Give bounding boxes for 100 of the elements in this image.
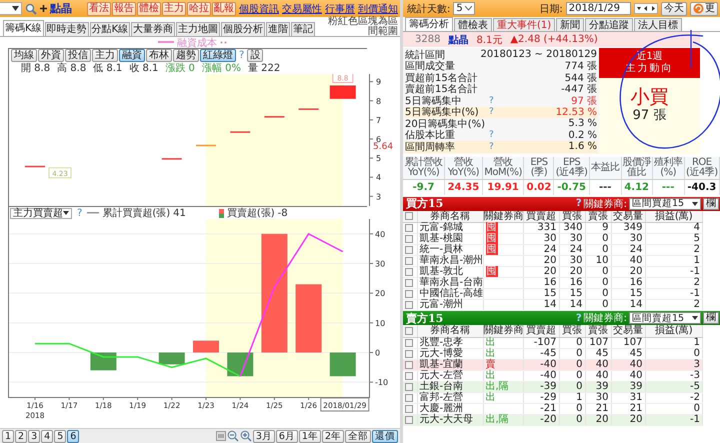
- column-header: 買賣超: [523, 210, 559, 222]
- refresh-button[interactable]: 更: [690, 2, 718, 16]
- tab[interactable]: 籌碼K線: [3, 20, 44, 36]
- indicator-button[interactable]: 紅綠燈: [200, 49, 236, 62]
- range-button[interactable]: 還價: [372, 430, 398, 442]
- broker-name[interactable]: 土銀-台南: [417, 381, 483, 392]
- table-cell: -45: [523, 348, 559, 359]
- axis-label: 8: [376, 96, 382, 106]
- tab[interactable]: 主力地圖: [176, 22, 220, 36]
- columns-button[interactable]: 欄: [703, 312, 719, 324]
- toolbar-button[interactable]: 亂報: [212, 2, 236, 16]
- column-header: 買張: [559, 325, 585, 337]
- grip-icon[interactable]: [216, 431, 226, 441]
- settings-button[interactable]: 設: [247, 49, 264, 62]
- tab[interactable]: 重大事件(1): [493, 18, 556, 31]
- checkbox[interactable]: [405, 246, 413, 254]
- indicator-button[interactable]: 外資: [38, 49, 64, 62]
- checkbox[interactable]: [405, 290, 413, 298]
- zoom-out-icon[interactable]: [226, 430, 239, 442]
- broker-name[interactable]: 凱基-宜蘭: [417, 359, 483, 370]
- date-field[interactable]: 2018/1/29: [566, 2, 631, 15]
- page-button[interactable]: 4: [41, 430, 54, 442]
- search-icon[interactable]: [25, 2, 37, 14]
- link[interactable]: 個股資訊: [239, 2, 279, 16]
- page-button[interactable]: 3: [28, 430, 40, 442]
- tab[interactable]: 籌碼分析: [405, 17, 453, 31]
- toolbar-button[interactable]: 主力: [162, 2, 186, 16]
- zoom-in-icon[interactable]: [240, 430, 252, 442]
- broker-tag: 出: [486, 392, 496, 402]
- tab[interactable]: 法人目標: [634, 18, 682, 31]
- range-button[interactable]: 全部: [345, 430, 371, 442]
- range-button[interactable]: 6月: [276, 430, 298, 442]
- checkbox[interactable]: [405, 360, 413, 368]
- checkbox[interactable]: [405, 372, 413, 380]
- broker-name[interactable]: 富邦-左營: [417, 392, 483, 403]
- link[interactable]: 到價通知: [358, 2, 398, 16]
- tab[interactable]: 新聞: [556, 18, 584, 31]
- toolbar-button[interactable]: 看法: [87, 2, 111, 16]
- indicator-button[interactable]: 融資: [119, 49, 145, 62]
- page-button[interactable]: 6: [67, 430, 80, 442]
- page-button[interactable]: 2: [15, 430, 28, 442]
- date-label: 日期:: [539, 2, 563, 16]
- tab[interactable]: 分點追蹤: [585, 18, 634, 31]
- broker-name[interactable]: 兆豐-忠孝: [417, 337, 483, 348]
- tab[interactable]: 即時走勢: [44, 22, 89, 36]
- today-button[interactable]: 今天: [661, 2, 687, 16]
- tab[interactable]: 進階: [266, 22, 290, 36]
- checkbox[interactable]: [405, 416, 413, 424]
- checkbox[interactable]: [405, 326, 413, 335]
- range-button[interactable]: 2年: [322, 430, 344, 442]
- date-step-icon[interactable]: [634, 3, 658, 14]
- table-cell: 0: [559, 381, 585, 392]
- checkbox[interactable]: [405, 279, 413, 287]
- checkbox[interactable]: [405, 235, 413, 243]
- checkbox[interactable]: [405, 268, 413, 276]
- tab[interactable]: 體檢表: [454, 18, 492, 31]
- page-button[interactable]: 1: [2, 430, 14, 442]
- search-field[interactable]: [0, 2, 22, 15]
- checkbox[interactable]: [405, 301, 413, 309]
- checkbox[interactable]: [405, 338, 413, 346]
- indicator-button[interactable]: 布林: [146, 49, 172, 62]
- checkbox[interactable]: [405, 350, 413, 358]
- range-button[interactable]: 3月: [252, 430, 275, 442]
- tab[interactable]: 個股分析: [221, 22, 266, 36]
- stat-label: 5日籌碼集中: [405, 94, 462, 107]
- filter-select[interactable]: 區間賣超15: [629, 312, 701, 324]
- checkbox[interactable]: [405, 394, 413, 402]
- price-dash: [196, 144, 216, 146]
- broker-name[interactable]: 大慶-麗洲: [417, 403, 483, 414]
- indicator-button[interactable]: 投信: [65, 49, 91, 62]
- indicator-select[interactable]: 主力買賣超: [10, 208, 72, 218]
- filter-select[interactable]: 區間買超15: [629, 198, 701, 210]
- plus-icon[interactable]: [40, 5, 47, 12]
- page-button[interactable]: 5: [54, 430, 66, 442]
- days-select[interactable]: 5: [453, 2, 476, 15]
- column-header: ROE (近4季): [684, 156, 720, 179]
- indicator-button[interactable]: 趨勢: [173, 49, 199, 62]
- link[interactable]: 交易屬性: [282, 2, 322, 16]
- link[interactable]: 行事曆: [325, 2, 355, 16]
- toolbar-button[interactable]: 體檢: [137, 2, 161, 16]
- checkbox[interactable]: [405, 212, 413, 220]
- range-button[interactable]: 1年: [298, 430, 321, 442]
- tab[interactable]: 筆記: [291, 22, 316, 36]
- broker-name[interactable]: 元大-大天母: [417, 414, 483, 425]
- toolbar-button[interactable]: 哈拉: [187, 2, 211, 16]
- tab[interactable]: 分點K線: [90, 22, 130, 36]
- checkbox[interactable]: [405, 257, 413, 265]
- axis-label: 3: [376, 192, 382, 202]
- stock-name[interactable]: 點晶: [448, 32, 468, 46]
- checkbox[interactable]: [405, 404, 413, 412]
- indicator-button[interactable]: 主力: [92, 49, 118, 62]
- stat-label: 統計區間: [405, 48, 445, 61]
- columns-button[interactable]: 欄: [703, 198, 719, 210]
- broker-name[interactable]: 元大-博愛: [417, 348, 483, 359]
- tab[interactable]: 大量券商: [131, 22, 176, 36]
- toolbar-button[interactable]: 報告: [112, 2, 136, 16]
- indicator-button[interactable]: 均線: [11, 49, 37, 62]
- checkbox[interactable]: [405, 224, 413, 232]
- checkbox[interactable]: [405, 382, 413, 390]
- broker-name[interactable]: 元大-左營: [417, 370, 483, 381]
